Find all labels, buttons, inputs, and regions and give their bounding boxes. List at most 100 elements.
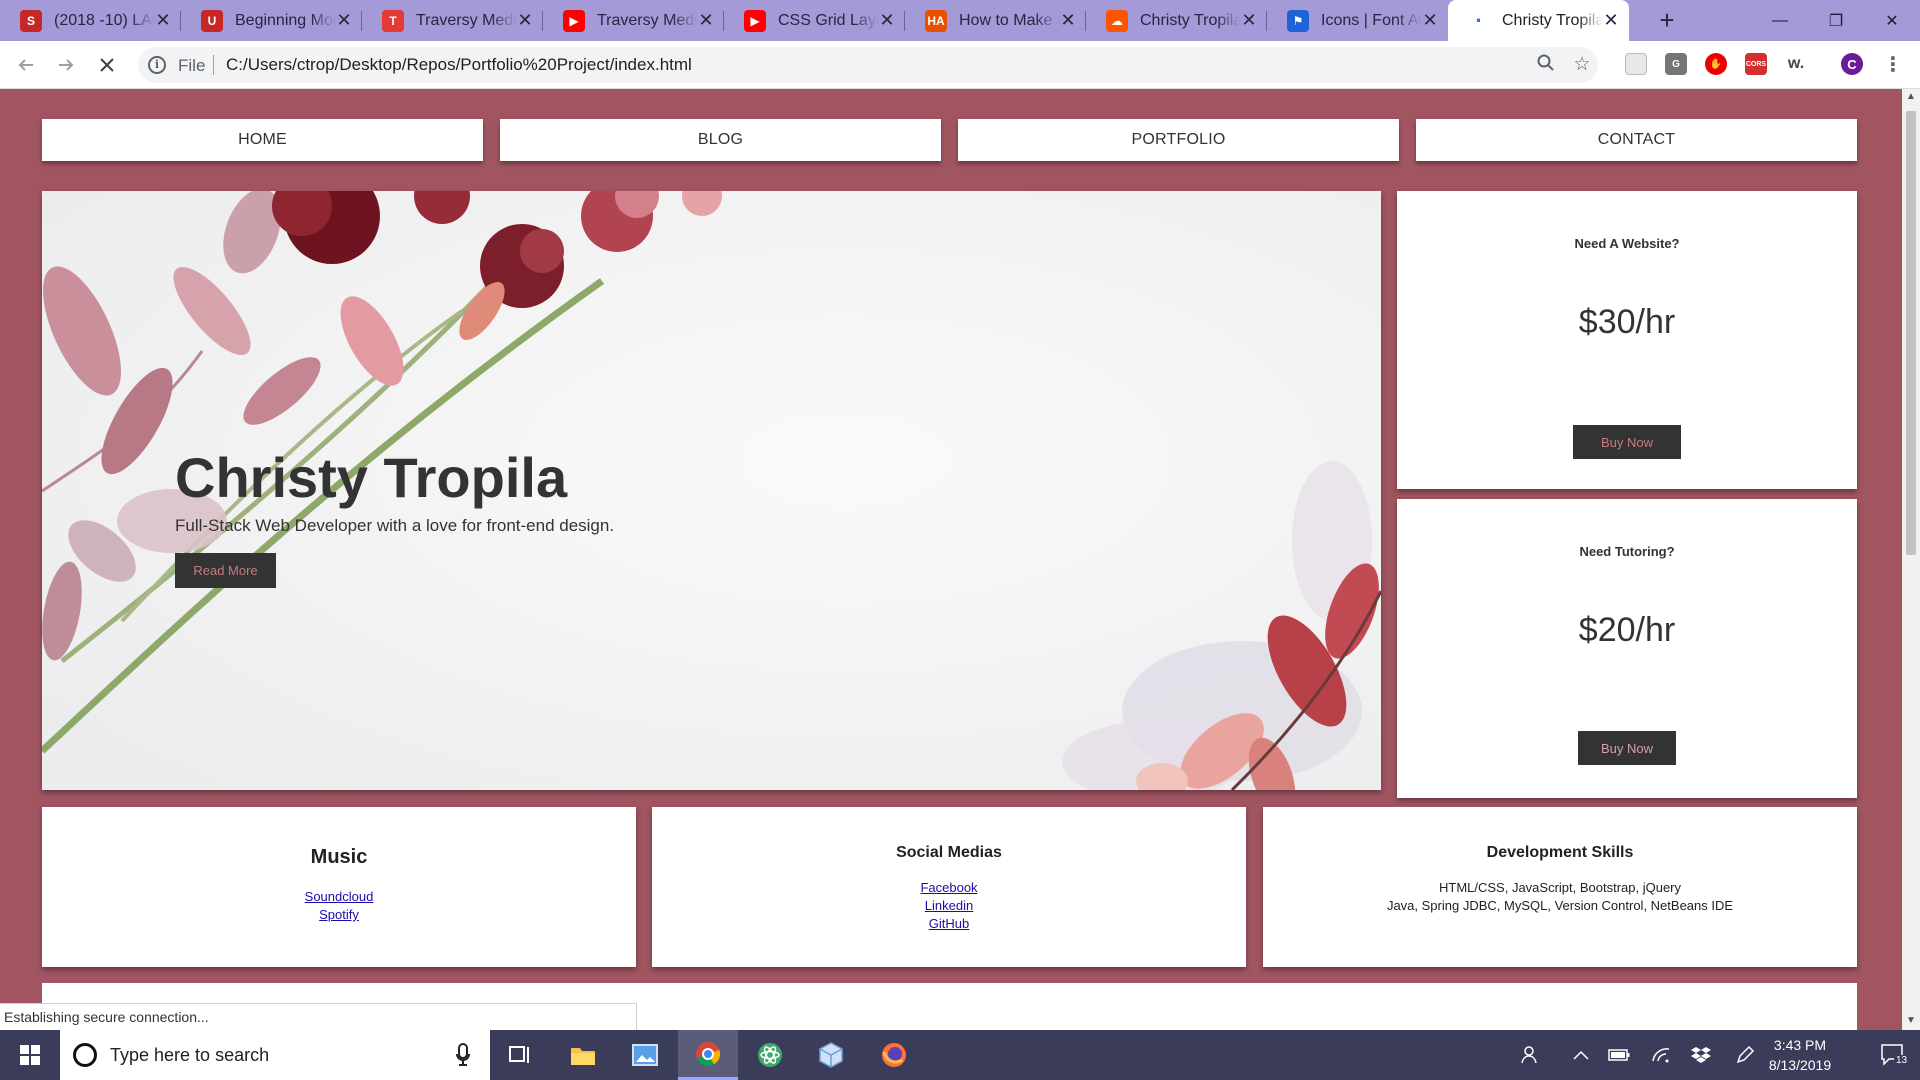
pricing-heading: Need A Website? [1574, 236, 1680, 251]
pricing-value: $30/hr [1578, 303, 1676, 341]
info-icon[interactable]: i [148, 56, 166, 74]
photos-app-icon[interactable] [615, 1030, 675, 1080]
box-app-icon[interactable] [801, 1030, 861, 1080]
youtube-icon: ▶ [563, 9, 585, 32]
atom-app-icon[interactable] [740, 1030, 800, 1080]
close-window-button[interactable]: ✕ [1864, 0, 1920, 41]
close-tab-icon[interactable]: ✕ [879, 10, 895, 31]
search-placeholder: Type here to search [110, 1045, 270, 1065]
adblock-extension-icon[interactable]: ✋ [1705, 53, 1727, 75]
close-tab-icon[interactable]: ✕ [517, 10, 533, 31]
maximize-button[interactable]: ❐ [1808, 0, 1864, 41]
new-tab-button[interactable]: + [1651, 5, 1683, 37]
browser-tab-strip: S(2018 -10) LAGAN✕UBeginning Modern✕TTra… [0, 0, 1920, 41]
dropbox-icon[interactable] [1686, 1030, 1716, 1080]
tab-title: Traversy Media [416, 11, 517, 29]
browser-tab[interactable]: ☁ Christy Tropila ✕ [1086, 0, 1267, 41]
notification-count-badge: 13 [1894, 1055, 1910, 1066]
read-more-button[interactable]: Read More [175, 553, 276, 588]
social-card: Social Medias Facebook Linkedin GitHub [652, 807, 1246, 967]
hero-section: Christy Tropila Full-Stack Web Developer… [42, 191, 1381, 790]
spotify-link[interactable]: Spotify [42, 906, 636, 924]
cors-extension-icon[interactable]: CORS [1745, 53, 1767, 75]
pricing-heading: Need Tutoring? [1579, 544, 1675, 559]
scroll-down-arrow-icon[interactable]: ▼ [1906, 1015, 1916, 1026]
menu-kebab-icon[interactable]: ⋮ [1882, 53, 1904, 76]
pocket-extension-icon[interactable] [1625, 53, 1647, 75]
soundcloud-link[interactable]: Soundcloud [42, 888, 636, 906]
tab-title: Christy Tropila [1502, 11, 1603, 29]
browser-tab[interactable]: ⚑ Icons | Font Awesome✕ [1267, 0, 1448, 41]
url-text[interactable]: C:/Users/ctrop/Desktop/Repos/Portfolio%2… [226, 55, 692, 75]
music-links: Soundcloud Spotify [42, 888, 636, 924]
close-tab-icon[interactable]: ✕ [155, 10, 171, 31]
grammarly-extension-icon[interactable]: G [1665, 53, 1687, 75]
nav-home[interactable]: HOME [42, 119, 483, 161]
browser-tab[interactable]: U Beginning Modern✕ [181, 0, 362, 41]
tab-title: (2018 -10) LAGAN [54, 11, 155, 29]
tab-title: Beginning Modern [235, 11, 336, 29]
chrome-taskbar-icon[interactable] [678, 1030, 738, 1080]
pricing-value: $20/hr [1578, 611, 1676, 649]
skills-card: Development Skills HTML/CSS, JavaScript,… [1263, 807, 1857, 967]
scheme-label: File [178, 56, 206, 75]
vertical-scrollbar[interactable]: ▲ ▼ [1902, 89, 1920, 1030]
taskbar-clock[interactable]: 3:43 PM 8/13/2019 [1748, 1035, 1852, 1075]
firefox-app-icon[interactable] [864, 1030, 924, 1080]
tab-title: Icons | Font Awesome [1321, 11, 1422, 29]
profile-avatar[interactable]: C [1841, 53, 1863, 75]
zoom-icon[interactable] [1535, 54, 1557, 76]
close-tab-icon[interactable]: ✕ [336, 10, 352, 31]
chevron-up-icon[interactable] [1566, 1030, 1596, 1080]
browser-tab[interactable]: ▶ CSS Grid Layout✕ [724, 0, 905, 41]
forward-button[interactable] [50, 49, 82, 81]
battery-icon[interactable] [1604, 1030, 1634, 1080]
browser-toolbar: i File C:/Users/ctrop/Desktop/Repos/Port… [0, 41, 1920, 89]
music-card: Music Soundcloud Spotify [42, 807, 636, 967]
wifi-icon[interactable] [1646, 1030, 1676, 1080]
bookmark-star-icon[interactable]: ☆ [1571, 54, 1593, 76]
scroll-up-arrow-icon[interactable]: ▲ [1906, 91, 1916, 102]
browser-tab[interactable]: S (2018 -10) LAGAN✕ [0, 0, 181, 41]
tab-title: Traversy Media [597, 11, 698, 29]
scrollbar-thumb[interactable] [1906, 111, 1916, 555]
stop-loading-button[interactable] [91, 49, 123, 81]
nav-portfolio[interactable]: PORTFOLIO [958, 119, 1399, 161]
facebook-link[interactable]: Facebook [652, 879, 1246, 897]
udemy-icon: U [201, 9, 223, 32]
browser-tab[interactable]: · Christy Tropila ✕ [1448, 0, 1629, 41]
action-center-button[interactable]: 13 [1865, 1030, 1920, 1080]
buy-now-button[interactable]: Buy Now [1573, 425, 1681, 459]
pricing-card-tutoring: Need Tutoring? $20/hr Buy Now [1397, 499, 1857, 798]
tab-title: CSS Grid Layout [778, 11, 879, 29]
windows-logo-icon [20, 1045, 40, 1065]
close-tab-icon[interactable]: ✕ [1060, 10, 1076, 31]
github-link[interactable]: GitHub [652, 915, 1246, 933]
taskbar-search-box[interactable]: Type here to search [60, 1030, 490, 1080]
nav-contact[interactable]: CONTACT [1416, 119, 1857, 161]
back-button[interactable] [10, 49, 42, 81]
loading-icon: · [1475, 7, 1483, 33]
back-arrow-icon [18, 59, 33, 71]
close-tab-icon[interactable]: ✕ [1603, 10, 1619, 31]
browser-tab[interactable]: HA How to Make a ✕ [905, 0, 1086, 41]
buy-now-button[interactable]: Buy Now [1578, 731, 1676, 765]
start-button[interactable] [0, 1030, 60, 1080]
people-icon[interactable] [1516, 1030, 1546, 1080]
browser-tab[interactable]: ▶ Traversy Media ✕ [543, 0, 724, 41]
close-tab-icon[interactable]: ✕ [1241, 10, 1257, 31]
status-bubble: Establishing secure connection... [0, 1003, 637, 1030]
minimize-button[interactable]: — [1752, 0, 1808, 41]
close-tab-icon[interactable]: ✕ [1422, 10, 1438, 31]
nav-blog[interactable]: BLOG [500, 119, 941, 161]
skills-line: HTML/CSS, JavaScript, Bootstrap, jQuery [1438, 880, 1682, 895]
address-bar[interactable]: i File C:/Users/ctrop/Desktop/Repos/Port… [138, 47, 1598, 83]
linkedin-link[interactable]: Linkedin [652, 897, 1246, 915]
tab-title: Christy Tropila [1140, 11, 1241, 29]
task-view-icon[interactable] [490, 1030, 550, 1080]
wappalyzer-extension-icon[interactable]: w. [1785, 53, 1807, 75]
file-explorer-icon[interactable] [553, 1030, 613, 1080]
microphone-icon[interactable] [456, 1043, 470, 1067]
browser-tab[interactable]: T Traversy Media ✕ [362, 0, 543, 41]
close-tab-icon[interactable]: ✕ [698, 10, 714, 31]
